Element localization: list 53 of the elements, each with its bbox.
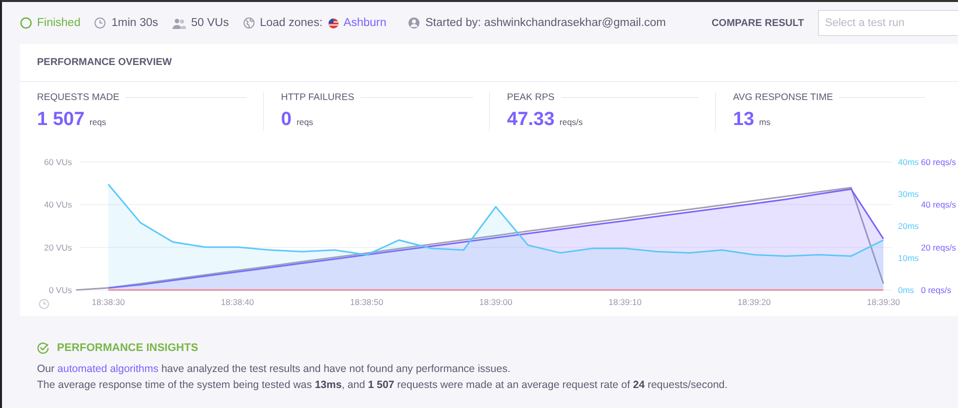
- metric-value: 0: [281, 109, 292, 131]
- status-text: Finished: [37, 17, 80, 29]
- axis-label: 18:39:30: [866, 297, 900, 307]
- flag-icon: [328, 18, 339, 28]
- status-circle-icon: [20, 17, 32, 29]
- algorithms-link[interactable]: automated algorithms: [57, 363, 158, 375]
- clock-icon: [94, 17, 106, 29]
- compare-field[interactable]: Select a test run: [818, 10, 958, 36]
- started-by-text: Started by: ashwinkchandrasekhar@gmail.com: [425, 17, 666, 29]
- axis-label: 18:38:50: [350, 297, 384, 307]
- axis-label: 18:38:40: [220, 297, 254, 307]
- axis-label: 0 VUs: [48, 285, 72, 295]
- metric-label: PEAK RPS: [507, 92, 555, 103]
- metric-value: 13: [733, 109, 754, 131]
- metric-unit: ms: [759, 117, 770, 127]
- metric-unit: reqs: [90, 117, 106, 127]
- insights-summary: Our automated algorithms have analyzed the test results and have not found any performance issues.: [37, 363, 512, 375]
- users-icon: [172, 18, 186, 28]
- metric-value: 47.33: [507, 109, 555, 131]
- clock-icon: [39, 299, 49, 309]
- axis-label: 60 VUs: [44, 157, 72, 167]
- axis-label: 10ms: [898, 253, 919, 263]
- user-icon: [408, 17, 420, 29]
- check-circle-icon: [37, 342, 49, 354]
- metric-unit: reqs/s: [560, 117, 583, 127]
- globe-icon: [242, 17, 255, 29]
- insights-title: PERFORMANCE INSIGHTS: [57, 342, 198, 354]
- axis-label: 18:39:20: [738, 297, 771, 307]
- axis-label: 40ms: [898, 157, 919, 167]
- load-zone-link[interactable]: Ashburn: [344, 17, 386, 29]
- axis-label: 30ms: [898, 189, 919, 199]
- metric-value: 1 507: [37, 109, 85, 131]
- axis-label: 60 reqs/s: [921, 157, 956, 167]
- load-zones-label: Load zones:: [260, 17, 323, 29]
- axis-label: 18:38:30: [92, 297, 125, 307]
- metric-unit: reqs: [296, 117, 314, 127]
- duration-text: 1min 30s: [111, 17, 158, 29]
- metric-label: AVG RESPONSE TIME: [733, 92, 833, 103]
- metric-label: REQUESTS MADE: [37, 92, 120, 103]
- axis-label: 18:39:10: [608, 297, 642, 307]
- axis-label: 18:39:00: [479, 297, 512, 307]
- axis-label: 40 VUs: [44, 200, 72, 210]
- axis-label: 0 reqs/s: [921, 285, 952, 295]
- metric-label: HTTP FAILURES: [281, 92, 354, 103]
- axis-label: 20ms: [898, 221, 919, 231]
- card-title: PERFORMANCE OVERVIEW: [20, 44, 958, 82]
- compare-label: COMPARE RESULT: [712, 18, 804, 28]
- axis-label: 40 reqs/s: [921, 200, 956, 210]
- axis-label: 0ms: [898, 285, 914, 295]
- vus-text: 50 VUs: [191, 17, 229, 29]
- axis-label: 20 VUs: [44, 242, 72, 252]
- axis-label: 20 reqs/s: [921, 242, 956, 252]
- insights-detail: The average response time of the system being tested was 13ms, and 1 507 requests were made at an average request rate of 24 requests/second.: [37, 379, 729, 391]
